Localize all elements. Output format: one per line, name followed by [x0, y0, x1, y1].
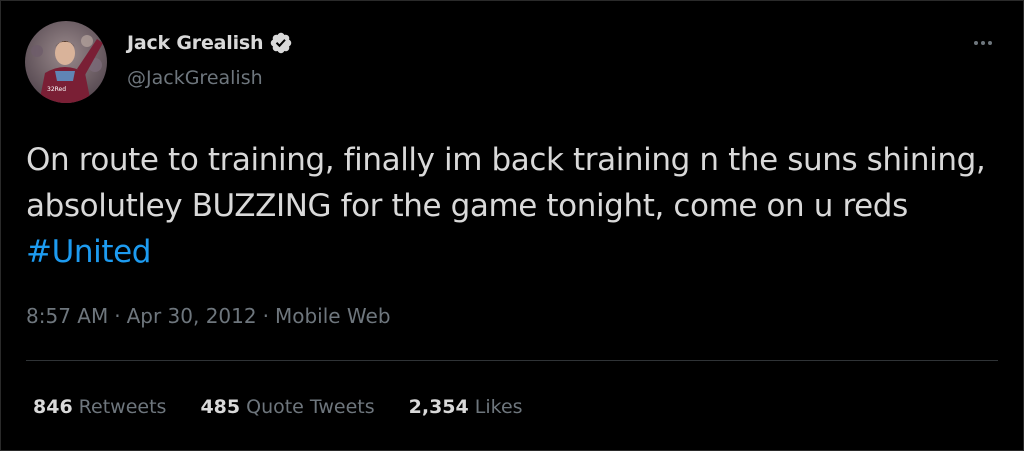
quote-tweets-stat[interactable]: 485 Quote Tweets: [200, 396, 374, 418]
svg-text:32Red: 32Red: [47, 86, 66, 93]
retweets-count: 846: [33, 396, 73, 418]
more-dot: [988, 41, 992, 45]
more-options-icon[interactable]: [971, 35, 995, 51]
likes-label: Likes: [474, 396, 523, 418]
likes-count: 2,354: [408, 396, 469, 418]
tweet-card: 32Red Jack Grealish @JackGrealish On rou…: [0, 0, 1024, 451]
divider: [26, 360, 998, 361]
tweet-time[interactable]: 8:57 AM: [26, 304, 108, 328]
quotes-label: Quote Tweets: [246, 396, 375, 418]
user-handle[interactable]: @JackGrealish: [127, 67, 263, 89]
retweets-stat[interactable]: 846 Retweets: [33, 396, 166, 418]
name-row: Jack Grealish: [127, 31, 293, 55]
tweet-text: On route to training, finally im back tr…: [26, 137, 1001, 275]
meta-separator: ·: [262, 304, 269, 328]
more-dot: [974, 41, 978, 45]
avatar[interactable]: 32Red: [25, 21, 107, 103]
meta-separator: ·: [114, 304, 121, 328]
tweet-meta: 8:57 AM · Apr 30, 2012 · Mobile Web: [26, 304, 391, 328]
hashtag-link[interactable]: #United: [26, 234, 151, 270]
verified-badge-icon: [271, 32, 292, 54]
retweets-label: Retweets: [78, 396, 167, 418]
avatar-image: 32Red: [25, 21, 107, 103]
likes-stat[interactable]: 2,354 Likes: [409, 396, 523, 418]
engagement-stats: 846 Retweets 485 Quote Tweets 2,354 Like…: [33, 396, 523, 418]
tweet-body: On route to training, finally im back tr…: [26, 142, 986, 224]
tweet-source: Mobile Web: [274, 304, 391, 328]
more-dot: [981, 41, 985, 45]
quotes-count: 485: [200, 396, 241, 418]
tweet-date[interactable]: Apr 30, 2012: [127, 304, 257, 328]
display-name[interactable]: Jack Grealish: [127, 32, 264, 54]
